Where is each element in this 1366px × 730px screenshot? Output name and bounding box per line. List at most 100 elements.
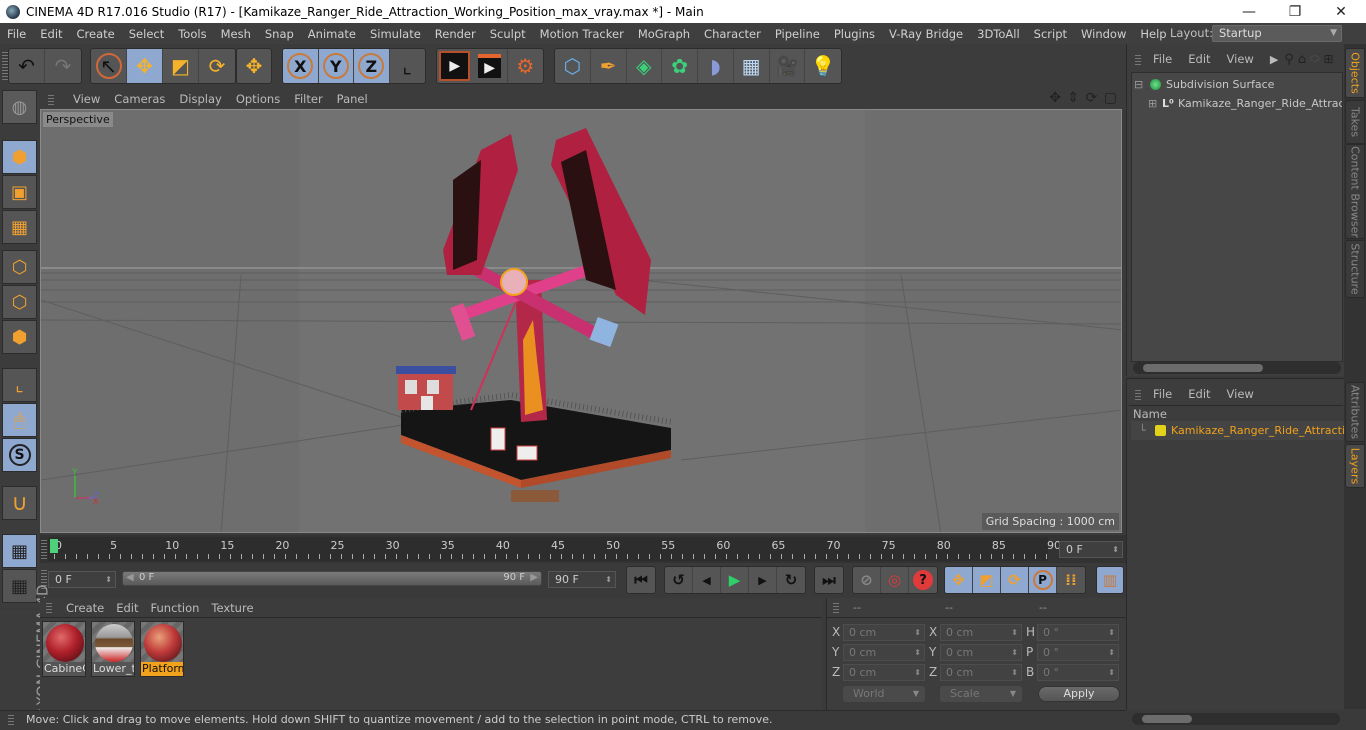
menu-file[interactable]: File [0,27,33,41]
material-grip[interactable] [46,603,52,613]
playhead[interactable] [50,539,58,553]
layout-select[interactable]: Startup ▼ [1212,25,1342,42]
edges-mode-button[interactable]: ⬡ [2,285,37,319]
position-x-field[interactable]: 0 cm ⬍ [843,624,925,641]
object-menu-view[interactable]: View [1227,52,1262,66]
menu-select[interactable]: Select [122,27,171,41]
position-y-field[interactable]: 0 cm ⬍ [843,644,925,661]
menu-window[interactable]: Window [1074,27,1133,41]
scrollbar-thumb[interactable] [1143,364,1263,372]
snap-button[interactable]: ∪ [2,486,37,520]
material-swatch[interactable]: Platform [140,621,184,677]
tweak-mode-button[interactable]: 🖱 [2,403,37,437]
new-window-icon[interactable]: ⊞ [1324,52,1334,66]
tab-attributes[interactable]: Attributes [1345,382,1365,442]
close-button[interactable]: ✕ [1318,0,1364,23]
home-icon[interactable]: ⌂ [1298,52,1306,67]
lock-workplane-button[interactable]: ▦ [2,534,37,568]
coordinate-system-button[interactable]: ⌞ [390,49,425,83]
object-menu-edit[interactable]: Edit [1188,52,1218,66]
timeline-window-button[interactable]: ▥ [1097,567,1123,593]
min-frame-field[interactable]: 0 F ⬍ [48,571,116,588]
object-manager-grip[interactable] [1135,53,1141,65]
viewport-menu-display[interactable]: Display [172,92,228,106]
rotation-b-field[interactable]: 0 ° ⬍ [1037,664,1119,681]
tab-layers[interactable]: Layers [1345,444,1365,488]
z-axis-lock-button[interactable]: Z [354,49,390,83]
spinner-icon[interactable]: ⬍ [914,645,921,660]
undo-button[interactable]: ↶ [9,49,45,83]
name-column-header[interactable]: Name [1133,407,1167,421]
viewport-menu-panel[interactable]: Panel [330,92,375,106]
redo-button[interactable]: ↷ [45,49,81,83]
render-settings-button[interactable]: ⚙ [508,49,543,83]
rotate-tool-button[interactable]: ⟳ [199,49,235,83]
menu-animate[interactable]: Animate [301,27,363,41]
menu-character[interactable]: Character [697,27,768,41]
key-position-button[interactable]: ✥ [945,567,973,593]
play-button[interactable]: ▶ [721,567,749,593]
keyframe-selection-button[interactable]: ? [909,567,937,593]
camera-button[interactable]: 🎥 [770,49,806,83]
polygons-mode-button[interactable]: ⬢ [2,320,37,354]
tab-takes[interactable]: Takes [1345,100,1365,144]
material-menu-function[interactable]: Function [145,601,206,615]
material-swatch[interactable]: CabineC [42,621,86,677]
menu-script[interactable]: Script [1027,27,1074,41]
maximize-button[interactable]: ❐ [1272,0,1318,23]
size-y-field[interactable]: 0 cm ⬍ [940,644,1022,661]
light-button[interactable]: 💡 [805,49,841,83]
size-x-field[interactable]: 0 cm ⬍ [940,624,1022,641]
workplane-mode-button[interactable]: ▦ [2,210,37,244]
range-left-arrow-icon[interactable]: ◀ [126,572,134,583]
coordinates-grip[interactable] [833,603,839,613]
object-menu-file[interactable]: File [1153,52,1180,66]
timeline-ruler[interactable]: 0 5 10 15 20 25 30 35 40 45 50 55 60 65 70 75 80 85 90 [48,537,1061,561]
goto-end-button[interactable]: ⏭ [815,567,843,593]
render-view-button[interactable]: ▶ [439,51,471,81]
menu-pipeline[interactable]: Pipeline [768,27,827,41]
texture-mode-button[interactable]: ▣ [2,175,37,209]
spinner-icon[interactable]: ⬍ [1108,665,1115,680]
spinner-icon[interactable]: ⬍ [1011,665,1018,680]
points-mode-button[interactable]: ⬡ [2,250,37,284]
cube-button[interactable]: ⬡ [555,49,591,83]
spinner-icon[interactable]: ⬍ [1011,625,1018,640]
layer-menu-file[interactable]: File [1153,387,1180,401]
menu-vray-bridge[interactable]: V-Ray Bridge [882,27,970,41]
tab-content-browser[interactable]: Content Browser [1345,144,1365,239]
solo-mode-button[interactable]: S [2,438,37,472]
collapse-icon[interactable]: ⊟ [1134,75,1143,94]
key-pla-button[interactable]: ⁞⁞ [1057,567,1085,593]
spinner-icon[interactable]: ⬍ [105,572,112,587]
object-row[interactable]: ⊟ Subdivision Surface [1132,75,1342,94]
current-frame-field[interactable]: 0 F ⬍ [1059,541,1123,558]
menu-render[interactable]: Render [428,27,483,41]
recent-tool-button[interactable]: ✥ [237,49,271,83]
deformer-button[interactable]: ◗ [698,49,734,83]
menu-tools[interactable]: Tools [171,27,213,41]
viewport-menu-filter[interactable]: Filter [287,92,329,106]
y-axis-lock-button[interactable]: Y [318,49,354,83]
material-menu-create[interactable]: Create [60,601,110,615]
live-selection-button[interactable]: ↖ [91,49,127,83]
menu-help[interactable]: Help [1133,27,1173,41]
spinner-icon[interactable]: ⬍ [914,625,921,640]
viewport-grip[interactable] [48,93,54,105]
pen-button[interactable]: ✒ [591,49,627,83]
menu-create[interactable]: Create [70,27,122,41]
scale-tool-button[interactable]: ◩ [163,49,199,83]
rotation-p-field[interactable]: 0 ° ⬍ [1037,644,1119,661]
3d-viewport[interactable]: Y Z X Perspective Grid Spacing : 1000 cm [40,109,1122,533]
more-arrow-icon[interactable]: ▶ [1270,53,1278,66]
viewport-menu-view[interactable]: View [66,92,107,106]
preview-range-slider[interactable]: ◀ 0 F 90 F ▶ [122,571,542,586]
record-active-objects-button[interactable]: ⊘ [853,567,881,593]
layer-color-swatch[interactable] [1155,425,1166,436]
autokeying-button[interactable]: ◎ [881,567,909,593]
layer-menu-view[interactable]: View [1227,387,1262,401]
menu-plugins[interactable]: Plugins [827,27,882,41]
spinner-icon[interactable]: ⬍ [1108,645,1115,660]
range-right-arrow-icon[interactable]: ▶ [530,572,538,583]
key-scale-button[interactable]: ◩ [973,567,1001,593]
